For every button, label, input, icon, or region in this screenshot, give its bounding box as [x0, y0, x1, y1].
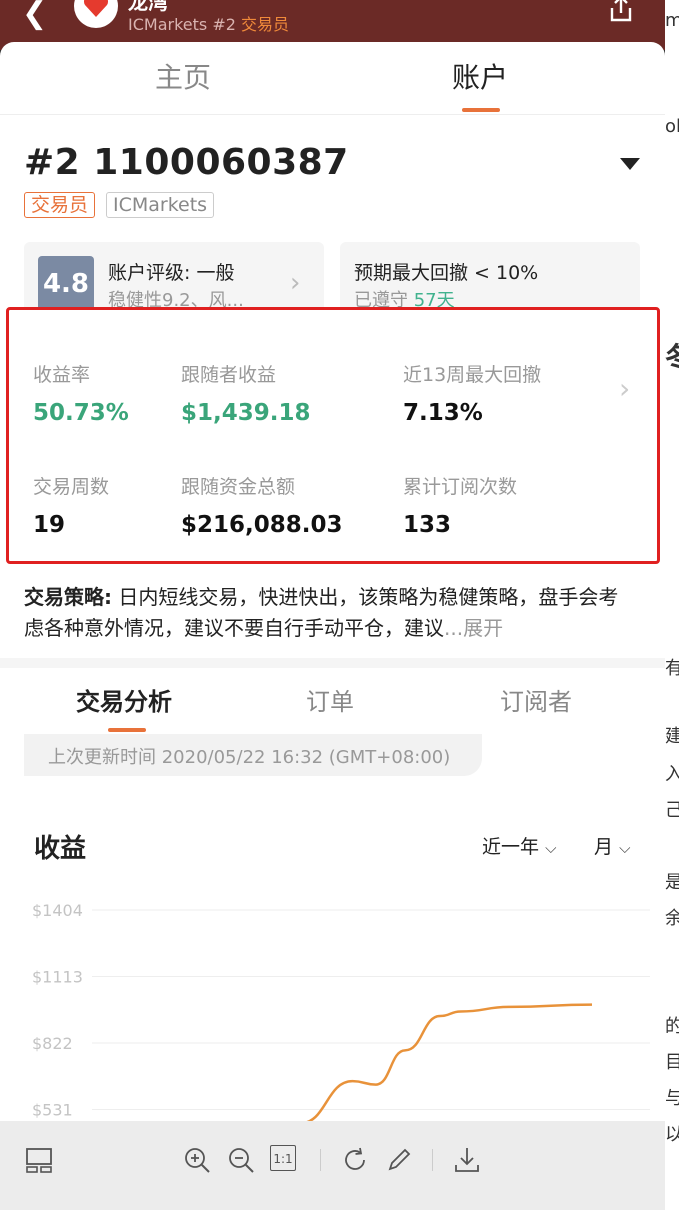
strip-text: 目	[665, 1052, 679, 1073]
chevron-right-icon: ›	[619, 372, 631, 405]
period-selector[interactable]: 月 ⌵	[594, 832, 630, 859]
edit-icon[interactable]	[384, 1145, 414, 1175]
subtab-indicator	[108, 728, 146, 732]
tab-account[interactable]: 账户	[452, 56, 508, 96]
rating-title: 账户评级: 一般	[108, 262, 235, 284]
trader-subtitle: ICMarkets #2 交易员	[128, 11, 289, 35]
chart-title: 收益	[34, 834, 87, 864]
update-time-bar: 上次更新时间 2020/05/22 16:32 (GMT+08:00)	[24, 734, 482, 776]
stat-label: 近13周最大回撤	[403, 364, 542, 386]
range-selector[interactable]: 近一年 ⌵	[482, 832, 556, 859]
strip-text: 冬	[665, 336, 679, 376]
strip-text: 有	[665, 658, 679, 679]
back-icon[interactable]: ❮	[22, 0, 47, 29]
tab-trade-analysis[interactable]: 交易分析	[76, 682, 172, 717]
strip-text: ma	[665, 10, 679, 31]
stat-label: 收益率	[33, 364, 91, 386]
main-tabs: 主页 账户	[0, 42, 665, 115]
profit-series-line	[301, 1003, 593, 1122]
stat-label: 交易周数	[33, 476, 110, 498]
background-page-strip: ma ol 冬 有 建 入 己 是 余 的 目 与 以	[665, 0, 679, 1210]
chevron-right-icon: ›	[290, 268, 301, 298]
strip-text: 的	[665, 1016, 679, 1037]
tab-orders[interactable]: 订单	[306, 682, 354, 717]
account-title: #2 1100060387	[24, 142, 349, 183]
toolbar-separator	[432, 1149, 433, 1171]
strip-text: 己	[665, 800, 679, 821]
tab-indicator	[462, 108, 500, 112]
download-icon[interactable]	[452, 1145, 482, 1175]
strip-text: 是	[665, 872, 679, 893]
avatar[interactable]	[74, 0, 118, 28]
broker-label: ICMarkets #2	[128, 15, 236, 34]
strip-text: 建	[665, 726, 679, 747]
zoom-out-icon[interactable]	[226, 1145, 256, 1175]
broker-tag: ICMarkets	[106, 192, 215, 218]
tab-home[interactable]: 主页	[155, 56, 211, 96]
stat-value: $216,088.03	[181, 512, 343, 538]
strategy-ellipsis: ...	[444, 616, 464, 640]
trader-tag: 交易员	[24, 192, 96, 218]
y-tick-label: $822	[32, 1034, 73, 1053]
tab-subscribers[interactable]: 订阅者	[500, 682, 572, 717]
stat-label: 累计订阅次数	[403, 476, 518, 498]
update-time: 上次更新时间 2020/05/22 16:32 (GMT+08:00)	[48, 747, 451, 768]
strip-text: 与	[665, 1088, 679, 1109]
stat-value: 7.13%	[403, 400, 483, 426]
range-label: 近一年	[482, 836, 540, 858]
role-label: 交易员	[241, 15, 290, 34]
layout-icon[interactable]	[24, 1145, 54, 1175]
y-tick-label: $1113	[32, 968, 83, 987]
strip-text: 入	[665, 764, 679, 785]
stat-value: $1,439.18	[181, 400, 311, 426]
strategy-text: 交易策略: 日内短线交易，快进快出，该策略为稳健策略，盘手会考虑各种意外情况，建…	[24, 582, 634, 644]
stat-value: 133	[403, 512, 452, 538]
chevron-down-icon: ⌵	[545, 839, 557, 857]
actual-size-icon[interactable]: 1:1	[270, 1145, 296, 1171]
expand-link[interactable]: 展开	[463, 616, 503, 640]
heart-icon	[83, 0, 109, 17]
rating-score: 4.8	[38, 256, 94, 312]
stats-panel[interactable]: 收益率 50.73% 跟随者收益 $1,439.18 近13周最大回撤 7.13…	[6, 307, 660, 564]
strip-text: 以	[665, 1124, 679, 1145]
viewer-toolbar: 1:1	[0, 1121, 665, 1210]
zoom-in-icon[interactable]	[182, 1145, 212, 1175]
strip-text: 余	[665, 908, 679, 929]
section-divider	[0, 658, 665, 668]
y-tick-label: $531	[32, 1101, 73, 1120]
toolbar-separator	[320, 1149, 321, 1171]
period-label: 月	[594, 836, 614, 858]
profit-chart: $1404 $1113 $822 $531	[32, 901, 650, 1122]
rotate-icon[interactable]	[340, 1145, 370, 1175]
stat-label: 跟随资金总额	[181, 476, 296, 498]
stat-value: 19	[33, 512, 66, 538]
stat-label: 跟随者收益	[181, 364, 277, 386]
drawdown-title: 预期最大回撤 < 10%	[354, 262, 539, 284]
strategy-label: 交易策略:	[24, 585, 112, 609]
account-dropdown-icon[interactable]	[620, 158, 640, 170]
y-tick-label: $1404	[32, 901, 83, 920]
account-sheet: 主页 账户 #2 1100060387 交易员 ICMarkets 4.8 账户…	[0, 42, 665, 1210]
stat-value: 50.73%	[33, 400, 129, 426]
chevron-down-icon: ⌵	[619, 839, 631, 857]
strip-text: ol	[665, 116, 679, 137]
share-icon[interactable]	[606, 0, 636, 24]
strategy-body: 日内短线交易，快进快出，该策略为稳健策略，盘手会考虑各种意外情况，建议不要自行手…	[24, 585, 619, 640]
